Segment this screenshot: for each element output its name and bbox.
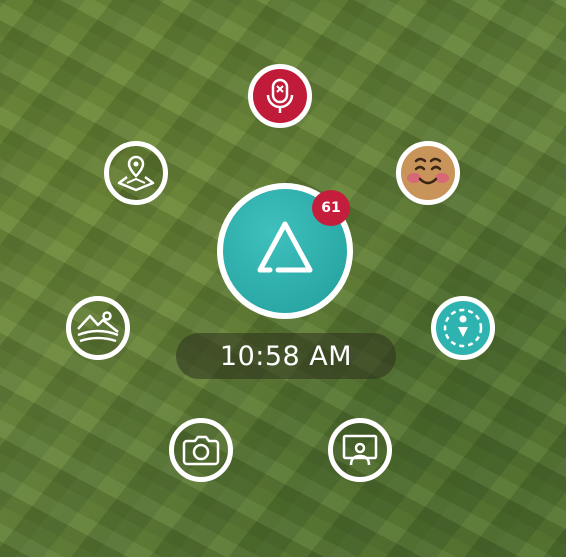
smiling-face-icon [401, 146, 455, 200]
triangle-logo-icon [248, 212, 322, 291]
compass-icon [440, 305, 486, 351]
gallery-button[interactable] [66, 296, 130, 360]
camera-icon [179, 428, 223, 472]
clock-display: 10:58 AM [176, 333, 396, 379]
map-pin-icon [115, 152, 157, 194]
radial-menu: 61 10:58 AM [0, 0, 566, 557]
screen-share-person-icon [338, 428, 382, 472]
compass-button[interactable] [431, 296, 495, 360]
landscape-image-icon [74, 304, 122, 352]
emoji-button[interactable] [396, 141, 460, 205]
microphone-muted-icon [260, 76, 300, 116]
mute-microphone-button[interactable] [248, 64, 312, 128]
camera-button[interactable] [169, 418, 233, 482]
map-location-button[interactable] [104, 141, 168, 205]
notification-badge: 61 [312, 190, 350, 226]
share-screen-button[interactable] [328, 418, 392, 482]
